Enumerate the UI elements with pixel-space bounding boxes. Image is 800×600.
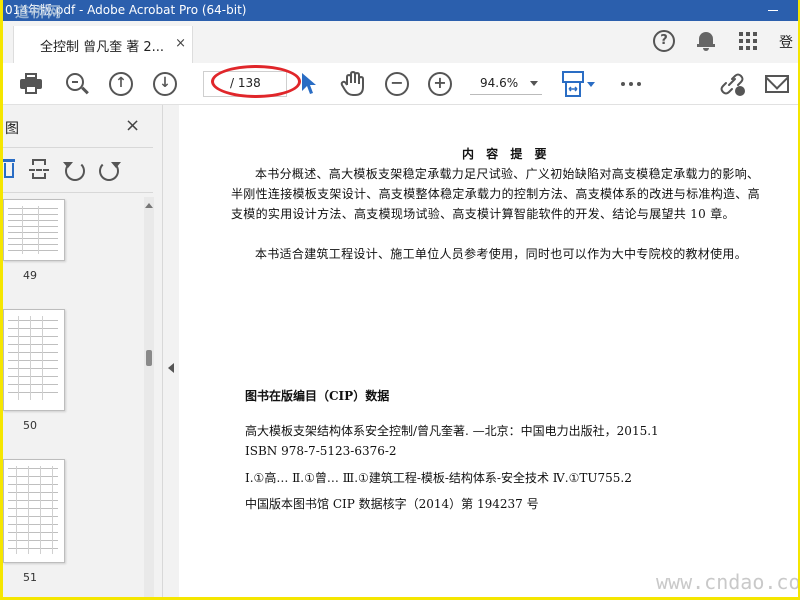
share-link-icon[interactable]	[719, 71, 747, 97]
summary-heading: 内 容 提 要	[462, 147, 551, 161]
cip-line: Ⅰ.①高… Ⅱ.①曾… Ⅲ.①建筑工程-模板-结构体系-安全技术 Ⅳ.①TU75…	[245, 471, 632, 485]
chevron-down-icon	[530, 81, 538, 86]
document-tab[interactable]: 全控制 曾凡奎 著 2... ×	[13, 26, 193, 63]
cip-line: 中国版本图书馆 CIP 数据核字（2014）第 194237 号	[245, 497, 539, 511]
scroll-up-arrow-icon[interactable]	[145, 203, 153, 208]
thumbnail-page-number: 49	[23, 269, 37, 282]
page-thumbnail[interactable]	[3, 459, 65, 563]
thumbnail-page-number: 50	[23, 419, 37, 432]
bell-icon[interactable]	[695, 30, 717, 52]
scrollbar-thumb[interactable]	[146, 350, 152, 366]
zoom-level-value: 94.6%	[480, 76, 519, 90]
zoom-in-icon[interactable]: +	[428, 72, 452, 96]
acrobat-window: 014年版.pdf - Adobe Acrobat Pro (64-bit) 道…	[3, 0, 798, 597]
document-view[interactable]: 内 容 提 要 本书分概述、高大模板支架稳定承载力足尺试验、广义初始缺陷对高支模…	[179, 105, 798, 597]
thumbnail-tools	[3, 155, 153, 187]
zoom-out-icon[interactable]: −	[385, 72, 409, 96]
fit-options-chevron-icon[interactable]	[587, 82, 595, 87]
next-page-icon[interactable]: ↓	[153, 72, 177, 96]
apps-grid-icon[interactable]	[737, 30, 759, 52]
fit-page-icon[interactable]	[561, 70, 585, 98]
select-cursor-icon[interactable]	[299, 71, 319, 97]
email-icon[interactable]	[765, 75, 789, 93]
close-tab-icon[interactable]: ×	[175, 36, 186, 51]
page-thumbnail[interactable]	[3, 309, 65, 411]
title-bar: 014年版.pdf - Adobe Acrobat Pro (64-bit) 道…	[3, 0, 798, 21]
cip-line: 高大模板支架结构体系安全控制/曾凡奎著. —北京：中国电力出版社，2015.1	[245, 424, 659, 438]
sign-in-button[interactable]: 登	[779, 32, 793, 52]
rotate-counterclockwise-icon[interactable]	[63, 161, 85, 181]
cip-heading: 图书在版编目（CIP）数据	[245, 389, 390, 403]
summary-paragraph: 本书适合建筑工程设计、施工单位人员参考使用，同时也可以作为大中专院校的教材使用。	[255, 247, 748, 261]
tab-bar: 全控制 曾凡奎 著 2... × ? 登	[3, 21, 798, 63]
divider	[3, 147, 153, 148]
extract-pages-icon[interactable]	[29, 159, 49, 181]
rotate-clockwise-icon[interactable]	[99, 161, 121, 181]
zoom-level-dropdown[interactable]: 94.6%	[470, 73, 542, 95]
close-panel-icon[interactable]: ×	[125, 115, 140, 136]
help-icon[interactable]: ?	[653, 30, 675, 52]
page-thumbnails-panel: 图 × 49 50 51	[3, 105, 163, 597]
page-thumbnail[interactable]	[3, 199, 65, 261]
document-tab-label: 全控制 曾凡奎 著 2...	[40, 40, 165, 55]
thumbnail-page-number: 51	[23, 571, 37, 584]
site-watermark: www.cndao.com	[656, 570, 798, 594]
divider	[3, 192, 153, 193]
summary-paragraph: 本书分概述、高大模板支架稳定承载力足尺试验、广义初始缺陷对高支模稳定承载力的影响…	[231, 167, 760, 221]
more-tools-icon[interactable]	[621, 82, 643, 87]
panel-title: 图	[5, 121, 19, 137]
minimize-button[interactable]	[766, 0, 780, 21]
toolbar: ↑ ↓ / 138 − + 94.6%	[3, 63, 798, 105]
cip-line: ISBN 978-7-5123-6376-2	[245, 444, 397, 458]
previous-page-icon[interactable]: ↑	[109, 72, 133, 96]
collapse-panel-arrow-icon[interactable]	[168, 363, 174, 373]
highlight-annotation-ellipse	[211, 65, 301, 98]
panel-splitter[interactable]	[163, 105, 179, 597]
thumbnail-scrollbar[interactable]	[144, 197, 154, 597]
thumbnail-list: 49 50 51	[3, 197, 143, 597]
delete-page-icon[interactable]	[3, 159, 15, 179]
print-icon[interactable]	[19, 72, 43, 96]
magnifier-icon[interactable]	[65, 72, 89, 96]
hand-tool-icon[interactable]	[340, 71, 366, 97]
